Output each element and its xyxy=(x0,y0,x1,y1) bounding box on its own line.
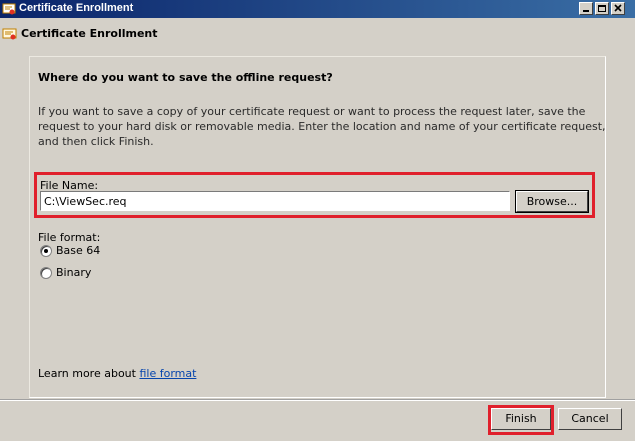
maximize-icon xyxy=(598,5,606,12)
window-title: Certificate Enrollment xyxy=(19,2,134,14)
footer-divider xyxy=(0,399,635,401)
radio-label: Binary xyxy=(56,266,92,279)
page-question: Where do you want to save the offline re… xyxy=(38,71,333,84)
radio-button-selected[interactable] xyxy=(40,245,52,257)
maximize-button[interactable] xyxy=(595,2,609,15)
header-title: Certificate Enrollment xyxy=(21,27,158,40)
close-button[interactable] xyxy=(611,2,625,15)
radio-label: Base 64 xyxy=(56,244,101,257)
learn-more-text: Learn more about xyxy=(38,367,140,380)
wizard-header: Certificate Enrollment xyxy=(0,18,635,50)
finish-button[interactable]: Finish xyxy=(491,408,551,430)
file-name-input[interactable] xyxy=(40,191,510,211)
minimize-icon xyxy=(583,10,589,12)
page-description: If you want to save a copy of your certi… xyxy=(38,105,606,148)
radio-button[interactable] xyxy=(40,267,52,279)
file-format-link[interactable]: file format xyxy=(139,367,196,380)
certificate-icon xyxy=(2,27,18,44)
certificate-icon xyxy=(2,2,16,16)
close-icon xyxy=(614,4,622,12)
file-format-label: File format: xyxy=(38,231,101,244)
cancel-button[interactable]: Cancel xyxy=(558,408,622,430)
title-bar[interactable]: Certificate Enrollment xyxy=(0,0,635,18)
browse-button[interactable]: Browse... xyxy=(515,190,589,213)
learn-more: Learn more about file format xyxy=(38,367,196,380)
minimize-button[interactable] xyxy=(579,2,593,15)
